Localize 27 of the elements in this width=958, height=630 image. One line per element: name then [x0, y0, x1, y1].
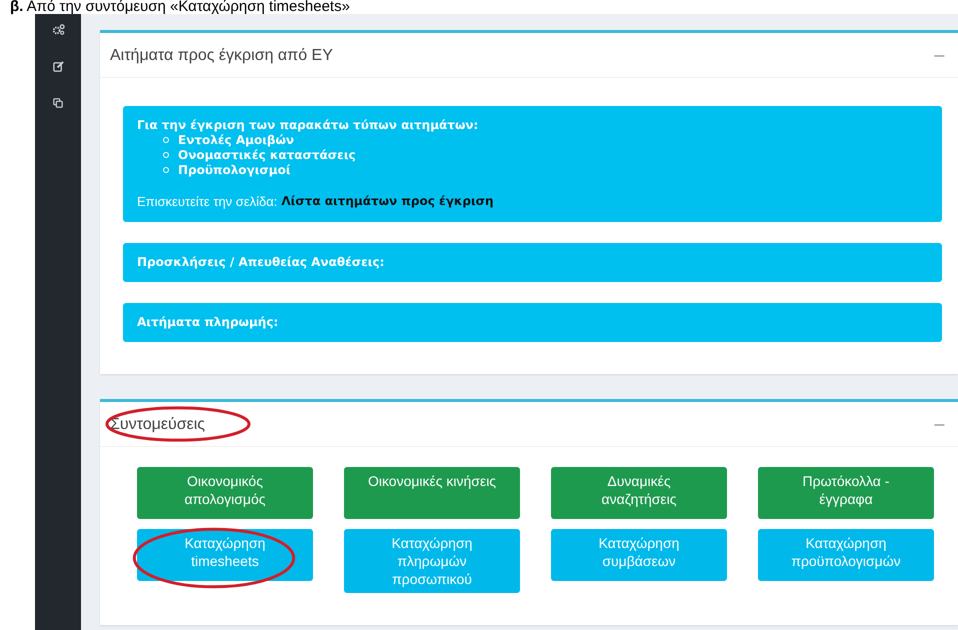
note-text: Επισκευτείτε την σελίδα: — [137, 194, 278, 209]
collapse-button[interactable]: − — [928, 414, 950, 434]
link[interactable]: Λίστα αιτημάτων προς έγκριση — [281, 194, 494, 209]
panel-title: Συντομεύσεις — [110, 416, 206, 433]
shortcut-button[interactable]: Καταχώρηση συμβάσεων — [551, 529, 727, 581]
shortcut-button[interactable]: Καταχώρηση προϋπολογισμών — [758, 529, 934, 581]
callout-heading: Για την έγκριση των παρακάτω τύπων αιτημάτων: — [137, 118, 480, 132]
callout-heading: Αιτήματα πληρωμής: — [137, 315, 280, 329]
list-item: Προϋπολογισμοί — [178, 163, 290, 177]
list-item: Ονομαστικές καταστάσεις — [178, 148, 356, 162]
shortcut-button[interactable]: Καταχώρηση timesheets — [137, 529, 313, 581]
bullet-icon — [163, 167, 169, 173]
shortcut-button[interactable]: Πρωτόκολλα - έγγραφα — [758, 467, 934, 519]
copy-icon[interactable] — [53, 98, 63, 108]
bullet-icon — [163, 137, 169, 143]
shortcut-button[interactable]: Οικονομικές κινήσεις — [344, 467, 520, 519]
edit-icon[interactable] — [52, 61, 64, 72]
list-item: Εντολές Αμοιβών — [178, 133, 294, 147]
shortcut-button[interactable]: Δυναμικές αναζητήσεις — [551, 467, 727, 519]
bullet-icon — [163, 152, 169, 158]
caption-text: β. Από την συντόμευση «Καταχώρηση timesheets» — [9, 0, 351, 14]
shortcut-button[interactable]: Οικονομικός απολογισμός — [137, 467, 313, 519]
panel-title: Αιτήματα προς έγκριση από ΕΥ — [110, 47, 333, 64]
gears-icon[interactable] — [52, 24, 64, 35]
collapse-button[interactable]: − — [928, 46, 950, 64]
shortcut-button[interactable]: Καταχώρηση πληρωμών προσωπικού — [344, 529, 520, 593]
callout-heading: Προσκλήσεις / Απευθείας Αναθέσεις: — [137, 255, 386, 269]
